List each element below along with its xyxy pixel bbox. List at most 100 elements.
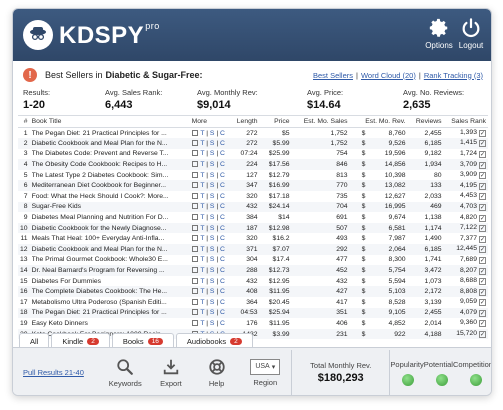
row-title[interactable]: Food: What the Heck Should I Cook?: More…	[30, 191, 190, 202]
more-link-c[interactable]: C	[220, 246, 225, 253]
track-checkbox[interactable]: ✓	[479, 130, 486, 138]
table-row[interactable]: 7 Food: What the Heck Should I Cook?: Mor…	[18, 191, 488, 202]
copy-icon[interactable]	[191, 214, 198, 221]
copy-icon[interactable]	[191, 235, 198, 242]
row-title[interactable]: Mediterranean Diet Cookbook for Beginner…	[30, 180, 190, 191]
more-link-c[interactable]: C	[220, 225, 225, 232]
track-checkbox[interactable]: ✓	[479, 278, 486, 286]
more-link-c[interactable]: C	[220, 140, 225, 147]
more-link-s[interactable]: S	[210, 256, 215, 263]
more-link-s[interactable]: S	[210, 278, 215, 285]
col-header-price[interactable]: Price	[259, 115, 292, 128]
more-link-c[interactable]: C	[220, 161, 225, 168]
col-header-sales[interactable]: Est. Mo. Sales	[291, 115, 350, 128]
row-title[interactable]: Sugar-Free Kids	[30, 202, 190, 213]
table-row[interactable]: 12 Diabetic Cookbook and Meal Plan for th…	[18, 244, 488, 255]
table-row[interactable]: 15 Diabetes For Dummies T | S | C 432 $12.9…	[18, 276, 488, 287]
help-button[interactable]: Help	[194, 358, 240, 388]
col-header-length[interactable]: Length	[229, 115, 260, 128]
more-link-t[interactable]: T	[200, 214, 204, 221]
more-link-c[interactable]: C	[220, 172, 225, 179]
more-link-t[interactable]: T	[200, 172, 204, 179]
more-link-t[interactable]: T	[200, 130, 204, 137]
more-link-s[interactable]: S	[210, 193, 215, 200]
best-sellers-link[interactable]: Best Sellers	[313, 71, 353, 80]
table-row[interactable]: 18 The Pegan Diet: 21 Practical Principle…	[18, 307, 488, 319]
copy-icon[interactable]	[191, 139, 198, 146]
table-row[interactable]: 2 Diabetic Cookbook and Meal Plan for the…	[18, 138, 488, 149]
col-header-rank[interactable]: #	[18, 115, 30, 128]
track-checkbox[interactable]: ✓	[479, 235, 486, 243]
track-checkbox[interactable]: ✓	[479, 320, 486, 328]
more-link-c[interactable]: C	[220, 130, 225, 137]
table-row[interactable]: 16 The Complete Diabetes Cookbook: The He…	[18, 286, 488, 297]
word-cloud-link[interactable]: Word Cloud (20)	[361, 71, 416, 80]
track-checkbox[interactable]: ✓	[479, 161, 486, 169]
more-link-s[interactable]: S	[210, 320, 215, 327]
row-title[interactable]: Metabolismo Ultra Poderoso (Spanish Edit…	[30, 297, 190, 308]
copy-icon[interactable]	[191, 256, 198, 263]
more-link-t[interactable]: T	[200, 267, 204, 274]
track-checkbox[interactable]: ✓	[479, 182, 486, 190]
more-link-c[interactable]: C	[220, 203, 225, 210]
row-title[interactable]: The Diabetes Code: Prevent and Reverse T…	[30, 149, 190, 160]
more-link-t[interactable]: T	[200, 182, 204, 189]
track-checkbox[interactable]: ✓	[479, 150, 486, 158]
more-link-t[interactable]: T	[200, 140, 204, 147]
row-title[interactable]: The Complete Diabetes Cookbook: The He..…	[30, 286, 190, 297]
more-link-s[interactable]: S	[210, 130, 215, 137]
more-link-t[interactable]: T	[200, 246, 204, 253]
more-link-c[interactable]: C	[220, 288, 225, 295]
table-row[interactable]: 14 Dr. Neal Barnard's Program for Reversi…	[18, 265, 488, 276]
table-row[interactable]: 8 Sugar-Free Kids T | S | C 432 $24.14 704 $1…	[18, 201, 488, 213]
row-title[interactable]: The Primal Gourmet Cookbook: Whole30 E..…	[30, 255, 190, 266]
row-title[interactable]: The Latest Type 2 Diabetes Cookbook: Sim…	[30, 170, 190, 181]
rank-tracking-link[interactable]: Rank Tracking (3)	[424, 71, 483, 80]
more-link-t[interactable]: T	[200, 278, 204, 285]
row-title[interactable]: Diabetic Cookbook for the Newly Diagnose…	[30, 223, 190, 234]
more-link-s[interactable]: S	[210, 288, 215, 295]
row-title[interactable]: Diabetic Cookbook and Meal Plan for the …	[30, 244, 190, 255]
row-title[interactable]: Easy Keto Dinners	[30, 318, 190, 329]
col-header-title[interactable]: Book Title	[29, 115, 190, 128]
more-link-t[interactable]: T	[200, 150, 204, 157]
more-link-t[interactable]: T	[200, 225, 204, 232]
copy-icon[interactable]	[191, 161, 198, 168]
more-link-t[interactable]: T	[200, 299, 204, 306]
table-row[interactable]: 3 The Diabetes Code: Prevent and Reverse …	[18, 149, 488, 160]
col-header-reviews[interactable]: Reviews	[407, 115, 444, 128]
more-link-s[interactable]: S	[210, 140, 215, 147]
table-row[interactable]: 19 Easy Keto Dinners T | S | C 176 $11.95 40…	[18, 318, 488, 329]
track-checkbox[interactable]: ✓	[479, 267, 486, 275]
row-title[interactable]: Meals That Heal: 100+ Everyday Anti-Infl…	[30, 233, 190, 244]
more-link-c[interactable]: C	[220, 267, 225, 274]
more-link-s[interactable]: S	[210, 267, 215, 274]
copy-icon[interactable]	[191, 288, 198, 295]
track-checkbox[interactable]: ✓	[479, 193, 486, 201]
track-checkbox[interactable]: ✓	[479, 225, 486, 233]
more-link-c[interactable]: C	[220, 278, 225, 285]
more-link-c[interactable]: C	[220, 193, 225, 200]
copy-icon[interactable]	[191, 319, 198, 326]
track-checkbox[interactable]: ✓	[479, 288, 486, 296]
copy-icon[interactable]	[191, 171, 198, 178]
pull-results-link[interactable]: Pull Results 21-40	[13, 368, 102, 377]
more-link-s[interactable]: S	[210, 182, 215, 189]
more-link-c[interactable]: C	[220, 256, 225, 263]
keywords-button[interactable]: Keywords	[102, 358, 148, 388]
more-link-s[interactable]: S	[210, 235, 215, 242]
more-link-t[interactable]: T	[200, 320, 204, 327]
table-row[interactable]: 10 Diabetic Cookbook for the Newly Diagno…	[18, 222, 488, 234]
more-link-s[interactable]: S	[210, 203, 215, 210]
copy-icon[interactable]	[191, 245, 198, 252]
more-link-t[interactable]: T	[200, 288, 204, 295]
more-link-t[interactable]: T	[200, 203, 204, 210]
row-title[interactable]: The Obesity Code Cookbook: Recipes to H.…	[30, 159, 190, 170]
col-header-sales-rank[interactable]: Sales Rank	[443, 115, 488, 128]
more-link-s[interactable]: S	[210, 161, 215, 168]
more-link-t[interactable]: T	[200, 161, 204, 168]
track-checkbox[interactable]: ✓	[479, 256, 486, 264]
copy-icon[interactable]	[191, 298, 198, 305]
table-row[interactable]: 5 The Latest Type 2 Diabetes Cookbook: Si…	[18, 170, 488, 181]
row-title[interactable]: Dr. Neal Barnard's Program for Reversing…	[30, 265, 190, 276]
